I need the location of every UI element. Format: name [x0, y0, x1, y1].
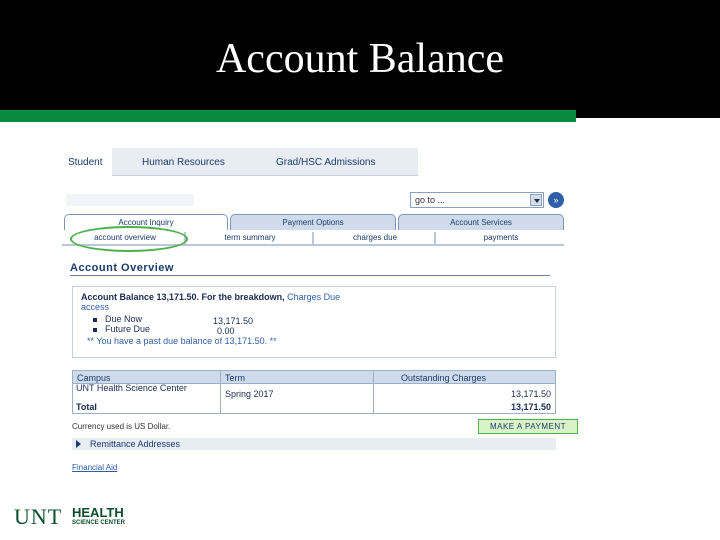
green-rule [0, 110, 576, 122]
tab-student[interactable]: Student [62, 148, 113, 176]
column-divider [220, 384, 221, 402]
col-campus: Campus [77, 373, 111, 383]
overview-title: Account Overview [70, 262, 174, 274]
currency-note: Currency used is US Dollar. [72, 422, 171, 431]
subtab-charges-due[interactable]: charges due [316, 232, 436, 244]
subtab-term-summary[interactable]: term summary [188, 232, 314, 244]
charges-due-link[interactable]: Charges Due [287, 292, 340, 302]
logo-subtitle: SCIENCE CENTER [72, 520, 126, 526]
col-outstanding: Outstanding Charges [401, 373, 487, 383]
due-now-label: Due Now [105, 314, 143, 324]
top-tab-bar: Student Human Resources Grad/HSC Admissi… [62, 148, 418, 176]
header-edge [576, 110, 720, 118]
expand-triangle-icon[interactable] [76, 440, 81, 448]
make-payment-button[interactable]: MAKE A PAYMENT [478, 419, 578, 434]
tab-human-resources[interactable]: Human Resources [142, 157, 225, 168]
row-amount: 13,171.50 [510, 389, 551, 399]
account-screen: Student Human Resources Grad/HSC Admissi… [62, 146, 582, 481]
balance-line: Account Balance 13,171.50. For the break… [81, 292, 340, 302]
subtab-payments[interactable]: payments [438, 232, 564, 244]
total-label: Total [76, 402, 97, 412]
row-campus: UNT Health Science Center [76, 383, 187, 393]
tab-grad-admissions[interactable]: Grad/HSC Admissions [276, 157, 375, 168]
tab-account-services[interactable]: Account Services [398, 214, 564, 230]
tab-payment-options[interactable]: Payment Options [230, 214, 396, 230]
remittance-toggle[interactable]: Remittance Addresses [72, 438, 556, 450]
financial-aid-link[interactable]: Financial Aid [72, 463, 117, 472]
column-divider [220, 371, 221, 385]
goto-label: go to ... [415, 195, 446, 205]
bullet-icon [93, 327, 97, 332]
future-due-value: 0.00 [217, 326, 235, 336]
col-term: Term [225, 373, 245, 383]
balance-text: Account Balance 13,171.50. For the break… [81, 292, 285, 302]
due-now-item: Due Now [93, 314, 142, 324]
goto-select[interactable]: go to ... [410, 192, 544, 208]
row-term: Spring 2017 [225, 389, 274, 399]
bullet-icon [93, 317, 97, 322]
total-value: 13,171.50 [510, 402, 551, 412]
total-row: Total 13,171.50 [72, 402, 556, 414]
chevron-down-icon[interactable] [530, 194, 542, 206]
future-due-item: Future Due [93, 324, 150, 334]
column-divider [373, 371, 374, 385]
blurred-row [66, 194, 194, 206]
column-divider [373, 402, 374, 414]
future-due-label: Future Due [105, 324, 151, 334]
column-divider [373, 384, 374, 402]
past-due-warning: ** You have a past due balance of 13,171… [87, 336, 277, 346]
access-text: access [81, 302, 110, 312]
logo-unt: UNT [14, 504, 63, 529]
slide-title: Account Balance [215, 36, 505, 82]
remittance-label: Remittance Addresses [90, 439, 181, 449]
highlight-oval [70, 226, 188, 252]
table-row: UNT Health Science Center Spring 2017 13… [72, 384, 556, 402]
logo-health: HEALTH [72, 505, 124, 520]
balance-summary: Account Balance 13,171.50. For the break… [72, 286, 556, 358]
double-chevron-right-icon[interactable]: » [548, 192, 564, 208]
due-now-value: 13,171.50 [213, 316, 254, 326]
overview-divider [70, 275, 550, 276]
column-divider [220, 402, 221, 414]
table-header: Campus Term Outstanding Charges [72, 370, 556, 385]
